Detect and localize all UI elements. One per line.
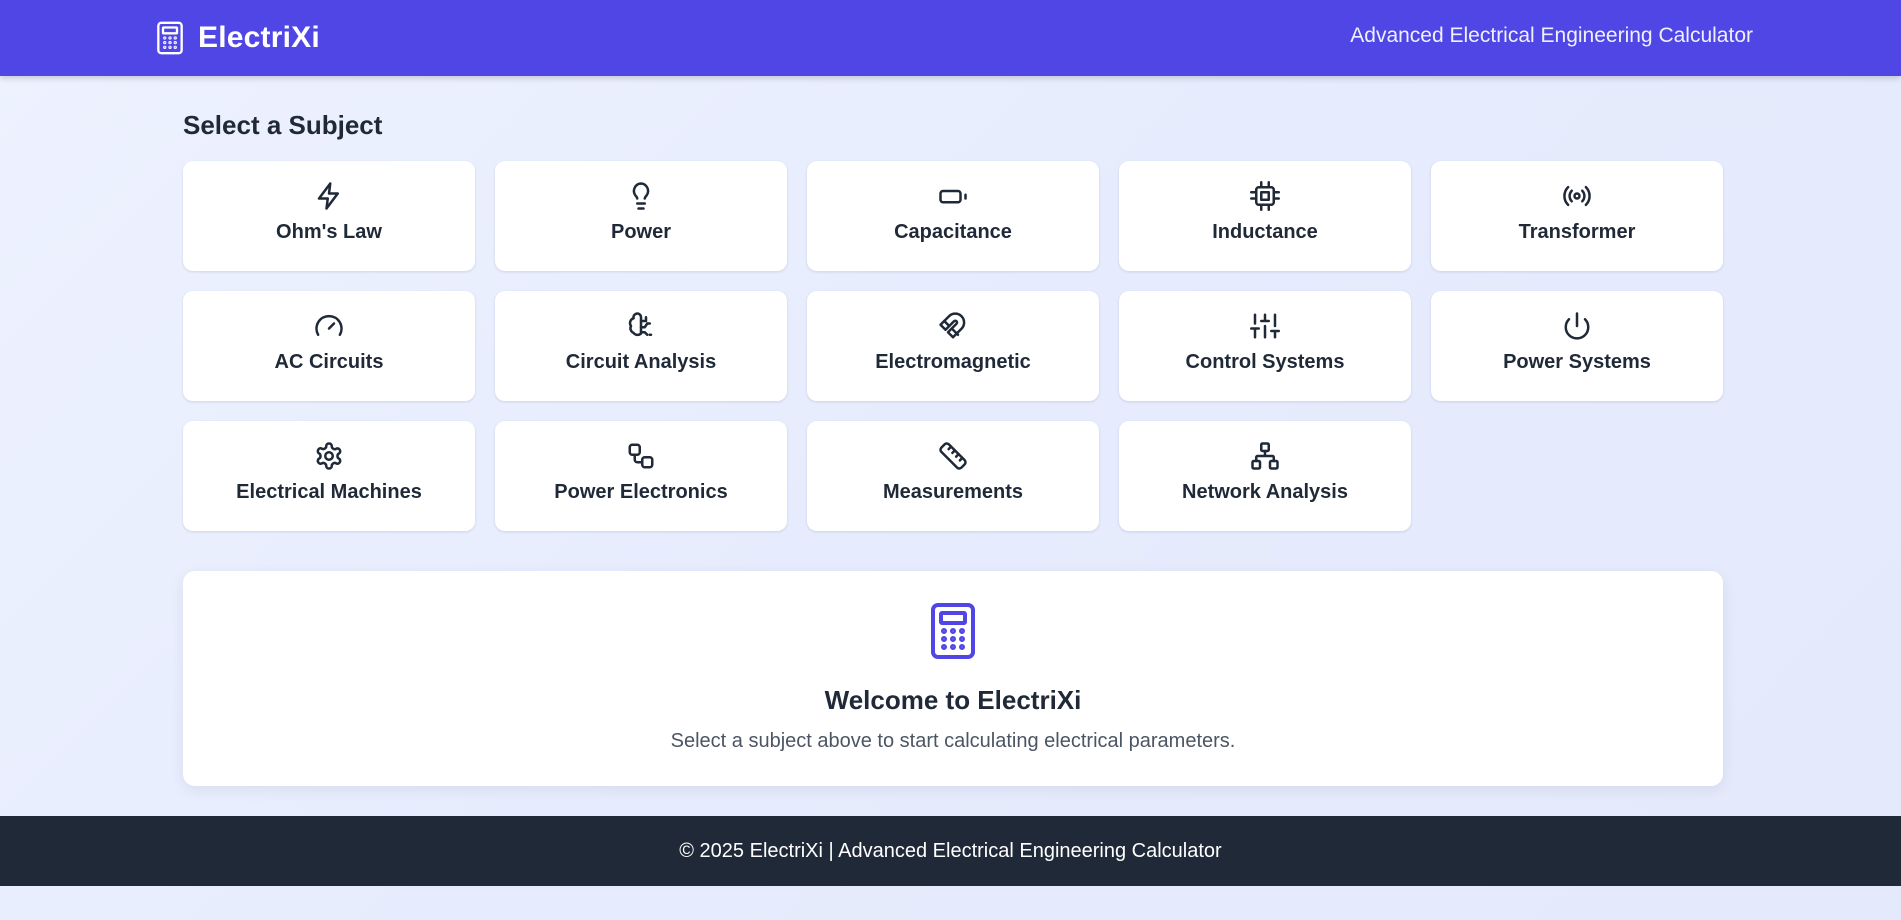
subject-card-circuit-analysis[interactable]: Circuit Analysis: [495, 291, 787, 401]
app-footer: © 2025 ElectriXi | Advanced Electrical E…: [0, 816, 1901, 886]
subject-card-electrical-machines[interactable]: Electrical Machines: [183, 421, 475, 531]
gear-icon: [316, 442, 342, 470]
radio-icon: [1563, 185, 1591, 207]
power-icon: [1564, 312, 1590, 340]
subject-label: Electrical Machines: [236, 481, 422, 503]
lightbulb-icon: [632, 182, 650, 210]
brain-circuit-icon: [628, 312, 653, 337]
subject-label: Inductance: [1212, 221, 1318, 243]
subject-label: Control Systems: [1185, 351, 1345, 373]
subject-label: Power Systems: [1503, 351, 1651, 373]
subject-label: Electromagnetic: [875, 351, 1031, 373]
sliders-icon: [1250, 313, 1280, 339]
subject-label: AC Circuits: [274, 351, 384, 373]
welcome-text: Select a subject above to start calculat…: [670, 730, 1236, 752]
subject-label: Transformer: [1518, 221, 1636, 243]
magnet-icon: [939, 312, 966, 339]
subject-card-power[interactable]: Power: [495, 161, 787, 271]
header-tagline: Advanced Electrical Engineering Calculat…: [1350, 24, 1753, 47]
workflow-icon: [628, 443, 654, 469]
brand-name: ElectriXi: [198, 21, 320, 54]
subject-label: Power Electronics: [554, 481, 728, 503]
gauge-icon: [315, 314, 343, 336]
subject-label: Ohm's Law: [276, 221, 382, 243]
subject-label: Measurements: [882, 481, 1024, 503]
section-title: Select a Subject: [183, 110, 383, 140]
subject-card-electromagnetic[interactable]: Electromagnetic: [807, 291, 1099, 401]
cpu-icon: [1250, 181, 1280, 211]
subject-card-ohms-law[interactable]: Ohm's Law: [183, 161, 475, 271]
subject-card-transformer[interactable]: Transformer: [1431, 161, 1723, 271]
subject-card-network-analysis[interactable]: Network Analysis: [1119, 421, 1411, 531]
welcome-title: Welcome to ElectriXi: [824, 685, 1082, 715]
subject-card-control-systems[interactable]: Control Systems: [1119, 291, 1411, 401]
subject-label: Circuit Analysis: [565, 351, 717, 373]
calculator-icon: [157, 21, 183, 55]
subject-card-power-electronics[interactable]: Power Electronics: [495, 421, 787, 531]
app-header: ElectriXi Advanced Electrical Engineerin…: [0, 0, 1901, 76]
network-icon: [1251, 442, 1279, 470]
ruler-icon: [939, 442, 967, 470]
brand[interactable]: ElectriXi: [156, 18, 320, 58]
subject-card-ac-circuits[interactable]: AC Circuits: [183, 291, 475, 401]
subject-card-inductance[interactable]: Inductance: [1119, 161, 1411, 271]
subject-label: Power: [610, 221, 672, 243]
subject-grid: Ohm's Law Power Capacitance Inductance T…: [183, 161, 1723, 531]
battery-icon: [939, 189, 967, 204]
calculator-icon: [931, 603, 975, 659]
subject-card-measurements[interactable]: Measurements: [807, 421, 1099, 531]
zap-icon: [317, 182, 339, 210]
welcome-panel: Welcome to ElectriXi Select a subject ab…: [183, 571, 1723, 786]
footer-text: © 2025 ElectriXi | Advanced Electrical E…: [679, 839, 1222, 862]
subject-card-capacitance[interactable]: Capacitance: [807, 161, 1099, 271]
subject-card-power-systems[interactable]: Power Systems: [1431, 291, 1723, 401]
subject-label: Capacitance: [894, 221, 1012, 243]
subject-label: Network Analysis: [1182, 481, 1348, 503]
